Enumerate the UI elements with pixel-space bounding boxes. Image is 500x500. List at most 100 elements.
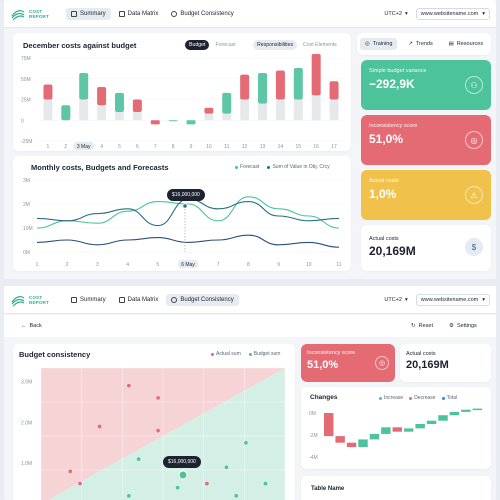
bar-actual: [293, 67, 303, 100]
bar-budget: [204, 113, 214, 121]
logo-icon: [11, 295, 25, 306]
scatter-point: [224, 465, 229, 470]
settings-button[interactable]: ⚙ Settings: [444, 320, 482, 332]
bar-budget: [329, 99, 339, 121]
waterfall-bar: [472, 408, 482, 411]
waterfall-bar: [324, 413, 334, 437]
x-tick-label: 6: [136, 144, 139, 150]
bar-actual: [97, 87, 107, 106]
bar-actual: [132, 99, 142, 112]
bar-actual: [222, 92, 232, 114]
x-tick-label: 10: [306, 262, 312, 268]
x-tick-label: 11: [224, 144, 229, 150]
website-select[interactable]: www.websitename.com ▾: [415, 7, 490, 20]
waterfall-bar: [426, 420, 437, 424]
x-tick-label: 6 May: [181, 262, 195, 268]
scatter-point: [244, 441, 248, 445]
chevron-down-icon: ▾: [482, 296, 485, 303]
scatter-tooltip: $16,000,000: [163, 456, 201, 468]
summary-icon: [71, 10, 77, 17]
scatter-point: [175, 485, 180, 490]
bar-actual: [204, 107, 214, 114]
app-logo[interactable]: COST REPORT: [10, 293, 66, 307]
summary-screen: COST REPORT Summary Data Matrix Budget Co…: [4, 0, 496, 279]
consistency-chart-card: Budget consistency Actual sum Budget sum…: [13, 344, 295, 500]
nav-tab-data-matrix[interactable]: Data Matrix: [114, 294, 164, 306]
grid-icon: [118, 10, 125, 17]
y-tick-label: 0: [21, 118, 24, 124]
nav-tab-summary[interactable]: Summary: [66, 294, 111, 306]
bar-budget: [114, 111, 124, 121]
website-select[interactable]: www.websitename.com ▾: [415, 293, 490, 306]
reset-button[interactable]: ↻ Reset: [406, 320, 438, 332]
chevron-down-icon: ▾: [482, 10, 485, 17]
coin-hand-icon: ⚇: [465, 76, 483, 94]
highlighted-point: [178, 470, 188, 480]
x-tick-label: 3 May: [77, 144, 91, 150]
waterfall-bar: [404, 428, 414, 432]
x-tick-label: 13: [260, 144, 266, 150]
y-tick-label: 75M: [21, 56, 31, 62]
bar-budget: [240, 99, 250, 121]
scatter-point: [156, 428, 160, 433]
chevron-down-icon: ▾: [405, 10, 408, 17]
tab-trends[interactable]: ↗ Trends: [403, 38, 438, 50]
tab-training[interactable]: ◎ Training: [359, 38, 398, 50]
target-icon: ◎: [375, 356, 389, 370]
top-bar: COST REPORT Summary Data Matrix Budget Co…: [4, 0, 496, 28]
bar-actual: [150, 120, 160, 125]
budget-consistency-screen: COST REPORT Summary Data Matrix Budget Co…: [4, 286, 496, 500]
bar-actual: [168, 120, 178, 122]
kpi-inconsistency-score[interactable]: Inconsistency score 51,0% ◎: [361, 115, 491, 165]
waterfall-bar: [449, 411, 460, 416]
side-tabs: ◎ Training ↗ Trends ▤ Resources: [357, 33, 491, 55]
kpi-actual-costs-2[interactable]: Actual costs 20,169M: [400, 344, 491, 382]
x-tick-label: 16: [313, 144, 319, 150]
timezone-select[interactable]: UTC+2 ▾: [384, 297, 407, 303]
grid-icon: [118, 296, 125, 303]
kpi-inconsistency-score-2[interactable]: Inconsistency score 51,0% ◎: [301, 344, 395, 382]
kpi-actual-costs-percent[interactable]: Actual costs 1,0% ⚠: [361, 170, 491, 220]
timezone-select[interactable]: UTC+2 ▾: [384, 11, 407, 17]
x-tick-label: 11: [336, 262, 341, 268]
chevron-down-icon: ▾: [405, 296, 408, 303]
scatter-point: [263, 481, 268, 486]
bar-budget: [97, 105, 107, 121]
nav-tab-data-matrix[interactable]: Data Matrix: [114, 8, 164, 20]
bar-actual: [43, 84, 53, 100]
top-bar: COST REPORT Summary Data Matrix Budget Co…: [4, 286, 496, 314]
x-tick-label: 10: [206, 144, 212, 150]
bar-budget: [258, 103, 268, 121]
back-button[interactable]: ← Back: [16, 320, 47, 332]
x-tick-label: 7: [154, 144, 157, 150]
waterfall-bar: [369, 433, 380, 440]
nav-tab-budget-consistency[interactable]: Budget Consistency: [166, 8, 238, 20]
table-title: Table Name: [311, 486, 345, 492]
y-tick-label: 2M: [23, 202, 30, 208]
x-tick-label: 8: [247, 262, 250, 268]
kpi-actual-costs[interactable]: Actual costs 20,169M $: [361, 225, 491, 271]
changes-waterfall-chart: 0M -2M -4M: [309, 408, 482, 461]
scatter-point: [78, 481, 82, 486]
scatter-point: [156, 396, 160, 400]
bar-budget: [79, 99, 89, 121]
kpi-budget-variance[interactable]: Simple budget variance −292,9K ⚇: [361, 60, 491, 110]
scatter-point: [127, 494, 131, 498]
y-tick-label: 0M: [23, 250, 30, 256]
x-tick-label: 1: [47, 144, 50, 150]
gauge-icon: [171, 296, 178, 303]
scatter-point: [127, 383, 131, 388]
table-card: Table Name: [301, 476, 491, 500]
nav-tab-summary[interactable]: Summary: [66, 7, 111, 20]
waterfall-bar: [335, 436, 345, 443]
monthly-chart-card: Monthly costs, Budgets and Forecasts For…: [13, 156, 351, 271]
x-tick-label: 4: [100, 144, 103, 150]
action-bar: ← Back ↻ Reset ⚙ Settings: [4, 315, 496, 337]
app-logo[interactable]: COST REPORT: [10, 7, 66, 21]
nav-tab-budget-consistency[interactable]: Budget Consistency: [166, 293, 239, 306]
scatter-point: [136, 457, 141, 461]
settings-icon: ⚙: [449, 323, 454, 329]
hover-point: [182, 203, 188, 209]
tab-resources[interactable]: ▤ Resources: [444, 38, 489, 50]
bar-actual: [79, 72, 89, 100]
